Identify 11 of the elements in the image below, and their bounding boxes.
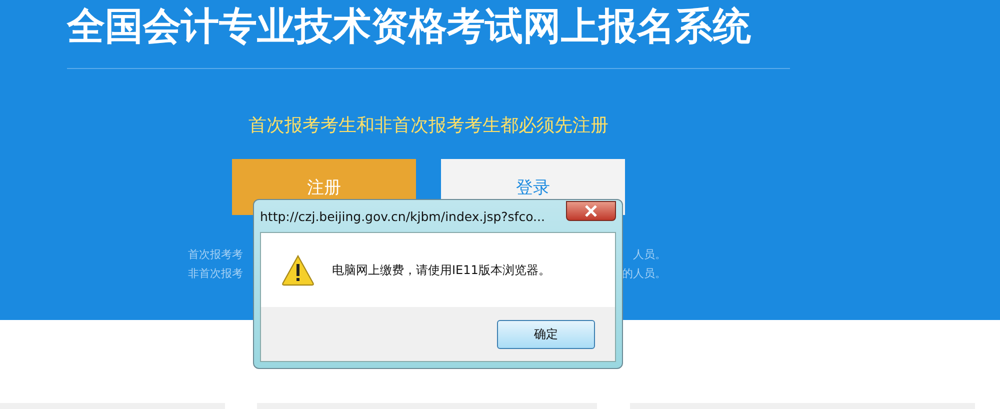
hint-text: 首次报考考: [188, 247, 243, 262]
hint-text: 人员。: [633, 247, 666, 262]
ok-button[interactable]: 确定: [497, 320, 595, 348]
dialog-message: 电脑网上缴费，请使用IE11版本浏览器。: [332, 262, 550, 278]
close-button[interactable]: [566, 201, 616, 221]
notice-text: 首次报考考生和非首次报考考生都必须先注册: [248, 114, 610, 137]
hint-text: 的人员。: [622, 266, 666, 281]
warning-icon: [281, 254, 315, 286]
hint-text: 非首次报考: [188, 266, 243, 281]
page-title: 全国会计专业技术资格考试网上报名系统: [67, 4, 752, 48]
close-icon: [584, 205, 598, 217]
